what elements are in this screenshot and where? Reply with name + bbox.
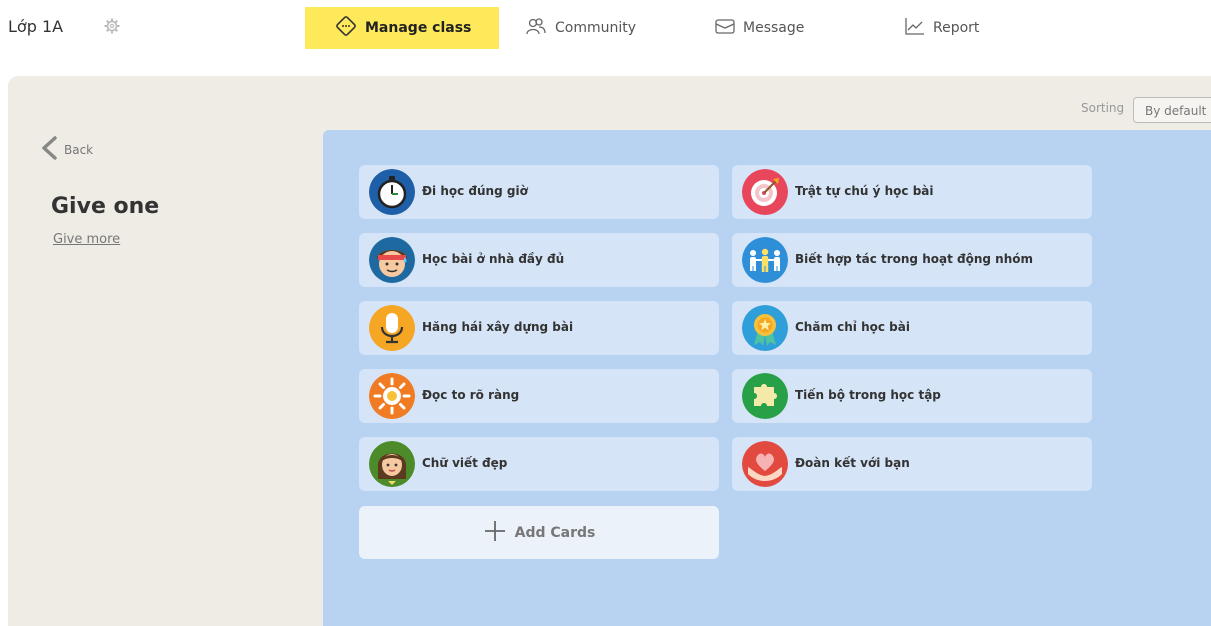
class-name[interactable]: Lớp 1A: [8, 17, 63, 36]
clock-icon: [369, 169, 415, 215]
card-label: Học bài ở nhà đầy đủ: [422, 252, 565, 266]
chevron-left-icon: [40, 136, 58, 163]
manage-class-icon: [335, 15, 357, 41]
nav-community[interactable]: Community: [525, 7, 636, 49]
card-tien-bo-hoc-tap[interactable]: Tiến bộ trong học tập: [732, 369, 1092, 423]
report-icon: [905, 17, 925, 39]
nav-message[interactable]: Message: [715, 7, 804, 49]
card-label: Hăng hái xây dựng bài: [422, 320, 574, 334]
student-face-icon: [369, 237, 415, 283]
page-title: Give one: [51, 194, 160, 219]
nav-report-label: Report: [933, 20, 980, 36]
medal-icon: [742, 305, 788, 351]
add-cards-label: Add Cards: [514, 524, 596, 541]
back-link[interactable]: Back: [40, 136, 93, 163]
card-doan-ket-voi-ban[interactable]: Đoàn kết với bạn: [732, 437, 1092, 491]
teamwork-icon: [742, 237, 788, 283]
card-label: Chữ viết đẹp: [422, 456, 508, 470]
nav-report[interactable]: Report: [905, 7, 979, 49]
give-more-link[interactable]: Give more: [53, 232, 120, 247]
plus-icon: [483, 519, 507, 547]
card-label: Đọc to rõ ràng: [422, 388, 520, 402]
card-trat-tu-chu-y[interactable]: Trật tự chú ý học bài: [732, 165, 1092, 219]
puzzle-icon: [742, 373, 788, 419]
back-label: Back: [64, 142, 94, 157]
nav-manage-class[interactable]: Manage class: [305, 7, 500, 49]
card-biet-hop-tac[interactable]: Biết hợp tác trong hoạt động nhóm: [732, 233, 1092, 287]
card-label: Trật tự chú ý học bài: [795, 184, 934, 198]
heart-hands-icon: [742, 441, 788, 487]
gear-icon[interactable]: [104, 18, 120, 34]
card-hoc-bai-o-nha[interactable]: Học bài ở nhà đầy đủ: [359, 233, 719, 287]
girl-face-icon: [369, 441, 415, 487]
message-icon: [715, 18, 735, 38]
card-doc-to-ro-rang[interactable]: Đọc to rõ ràng: [359, 369, 719, 423]
nav-community-label: Community: [555, 20, 637, 36]
card-label: Biết hợp tác trong hoạt động nhóm: [795, 252, 1033, 266]
card-di-hoc-dung-gio[interactable]: Đi học đúng giờ: [359, 165, 719, 219]
top-bar: Lớp 1A Manage class Community Message Re…: [0, 0, 1211, 56]
nav-manage-class-label: Manage class: [365, 20, 472, 36]
community-icon: [525, 17, 547, 39]
card-label: Đoàn kết với bạn: [795, 456, 910, 470]
card-label: Chăm chỉ học bài: [795, 320, 910, 334]
nav-message-label: Message: [743, 20, 805, 36]
add-cards-button[interactable]: Add Cards: [359, 506, 719, 559]
card-chu-viet-dep[interactable]: Chữ viết đẹp: [359, 437, 719, 491]
microphone-icon: [369, 305, 415, 351]
card-cham-chi-hoc-bai[interactable]: Chăm chỉ học bài: [732, 301, 1092, 355]
card-label: Đi học đúng giờ: [422, 184, 528, 198]
sorting-label: Sorting: [1081, 101, 1125, 115]
card-label: Tiến bộ trong học tập: [795, 388, 941, 402]
sun-icon: [369, 373, 415, 419]
sorting-select[interactable]: By default: [1133, 97, 1211, 123]
card-hang-hai-xay-dung[interactable]: Hăng hái xây dựng bài: [359, 301, 719, 355]
target-icon: [742, 169, 788, 215]
